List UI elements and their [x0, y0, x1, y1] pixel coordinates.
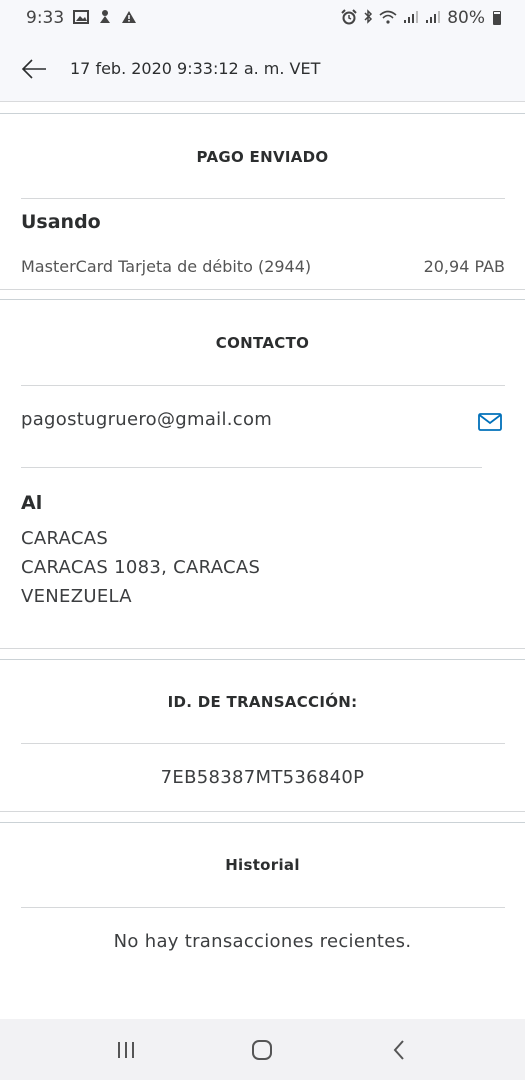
app-bar: 17 feb. 2020 9:33:12 a. m. VET	[0, 36, 525, 102]
to-label: Al	[21, 492, 43, 514]
section-divider	[0, 299, 525, 300]
signal-2-icon	[425, 10, 441, 27]
divider	[0, 289, 525, 290]
nav-back-button[interactable]	[369, 1020, 429, 1080]
divider	[21, 385, 505, 386]
battery-icon	[493, 11, 501, 25]
divider	[0, 648, 525, 649]
page-title: 17 feb. 2020 9:33:12 a. m. VET	[70, 59, 321, 78]
alarm-icon	[341, 8, 357, 28]
transaction-id: 7EB58387MT536840P	[160, 767, 365, 788]
divider	[21, 743, 505, 744]
divider	[21, 907, 505, 908]
status-time: 9:33	[26, 8, 65, 28]
address-line: CARACAS 1083, CARACAS	[21, 557, 261, 578]
divider	[21, 198, 505, 199]
section-divider	[0, 113, 525, 114]
address-line: VENEZUELA	[21, 586, 132, 607]
section-divider	[0, 822, 525, 823]
battery-percent: 80%	[447, 8, 485, 28]
transaction-id-heading: ID. DE TRANSACCIÓN:	[167, 693, 358, 711]
home-icon	[252, 1039, 273, 1060]
back-button[interactable]	[0, 36, 70, 102]
history-empty-message: No hay transacciones recientes.	[113, 931, 412, 952]
status-bar: 9:33 80%	[0, 0, 525, 36]
recent-apps-icon	[118, 1041, 135, 1058]
gallery-icon	[73, 9, 90, 27]
warning-icon	[121, 10, 137, 27]
payment-amount: 20,94 PAB	[423, 257, 505, 276]
contact-email[interactable]: pagostugruero@gmail.com	[21, 409, 272, 430]
home-button[interactable]	[232, 1020, 292, 1080]
system-nav-bar	[0, 1019, 525, 1080]
mail-icon	[478, 413, 502, 431]
divider	[21, 467, 482, 468]
divider	[0, 811, 525, 812]
contact-heading: CONTACTO	[215, 334, 310, 352]
chevron-left-icon	[393, 1039, 404, 1060]
signal-icon	[403, 10, 419, 27]
history-heading: Historial	[225, 856, 300, 874]
arrow-left-icon	[21, 58, 46, 79]
app-notification-icon	[98, 9, 112, 27]
wifi-icon	[379, 10, 397, 27]
address-line: CARACAS	[21, 528, 109, 549]
using-label: Usando	[21, 211, 101, 233]
email-button[interactable]	[473, 408, 507, 436]
payment-status-heading: PAGO ENVIADO	[196, 148, 329, 166]
bluetooth-icon	[363, 9, 373, 27]
recent-apps-button[interactable]	[96, 1020, 156, 1080]
payment-method: MasterCard Tarjeta de débito (2944)	[21, 257, 312, 276]
section-divider	[0, 659, 525, 660]
